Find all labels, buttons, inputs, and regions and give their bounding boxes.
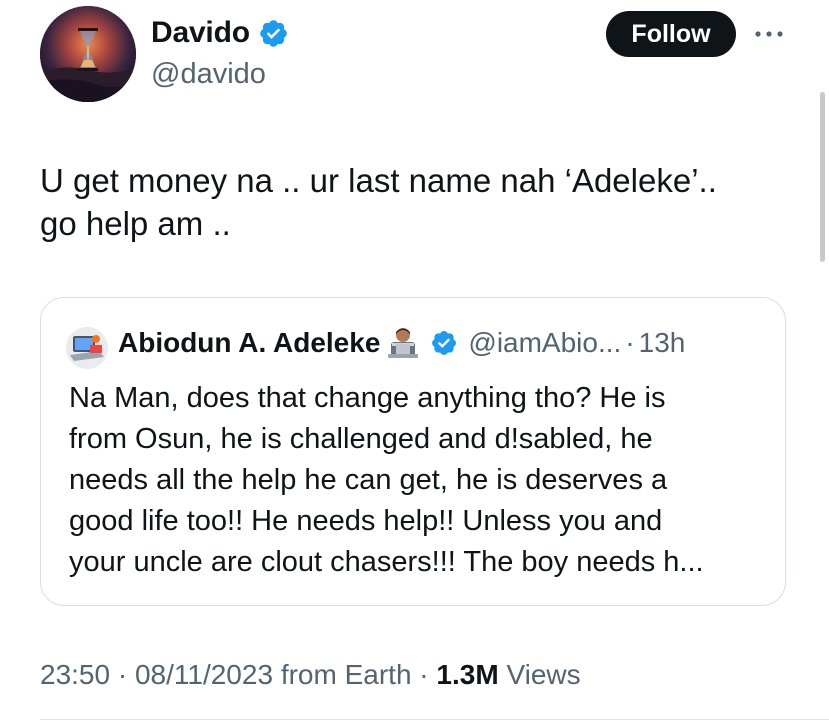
hourglass-desert-artwork xyxy=(40,6,136,102)
quoted-tweet-text: Na Man, does that change anything tho? H… xyxy=(69,378,769,583)
quoted-author-name[interactable]: Abiodun A. Adeleke xyxy=(118,327,380,359)
more-options-icon[interactable] xyxy=(752,24,786,44)
divider xyxy=(40,719,829,720)
quoted-author-handle[interactable]: @iamAbio... xyxy=(468,327,621,359)
quoted-tweet-card[interactable]: Abiodun A. Adeleke @iamAbio... · 13h Na … xyxy=(40,297,786,606)
author-handle[interactable]: @davido xyxy=(151,58,266,91)
quoted-tweet-time[interactable]: 13h xyxy=(639,327,686,359)
quoted-text-line: good life too!! He needs help!! Unless y… xyxy=(69,505,663,537)
tweet-text-line: U get money na .. ur last name nah ‘Adel… xyxy=(40,162,717,199)
separator-dot: · xyxy=(625,327,635,358)
tweet-detail: Davido @davido Follow U get money na .. … xyxy=(0,0,829,722)
separator-dot: · xyxy=(117,659,128,690)
tweet-date[interactable]: 08/11/2023 xyxy=(135,659,273,690)
quoted-author-avatar[interactable] xyxy=(66,327,108,369)
tweet-text: U get money na .. ur last name nah ‘Adel… xyxy=(40,159,810,245)
follow-button[interactable]: Follow xyxy=(606,11,736,57)
quoted-text-line: Na Man, does that change anything tho? H… xyxy=(69,382,666,414)
tweet-text-line: go help am .. xyxy=(40,205,231,242)
quoted-text-line: your uncle are clout chasers!!! The boy … xyxy=(69,546,704,578)
quoted-tweet-header: Abiodun A. Adeleke @iamAbio... · 13h xyxy=(118,326,685,360)
verified-badge-icon xyxy=(258,18,289,49)
tweet-source: from Earth xyxy=(280,659,412,690)
quoted-verified-badge-icon xyxy=(430,329,458,357)
tweet-meta: 23:50 · 08/11/2023 from Earth · 1.3M Vie… xyxy=(40,659,581,691)
quoted-text-line: from Osun, he is challenged and d!sabled… xyxy=(69,423,653,455)
author-name-row: Davido xyxy=(151,16,289,50)
views-label: Views xyxy=(506,659,581,690)
quoted-text-line: needs all the help he can get, he is des… xyxy=(69,464,668,496)
author-avatar[interactable] xyxy=(40,6,136,102)
separator-dot: · xyxy=(419,659,429,690)
tweet-time[interactable]: 23:50 xyxy=(40,659,110,690)
scrollbar[interactable] xyxy=(820,92,825,262)
views-count: 1.3M xyxy=(436,659,499,690)
author-display-name[interactable]: Davido xyxy=(151,16,250,50)
technologist-emoji-icon xyxy=(386,326,420,360)
